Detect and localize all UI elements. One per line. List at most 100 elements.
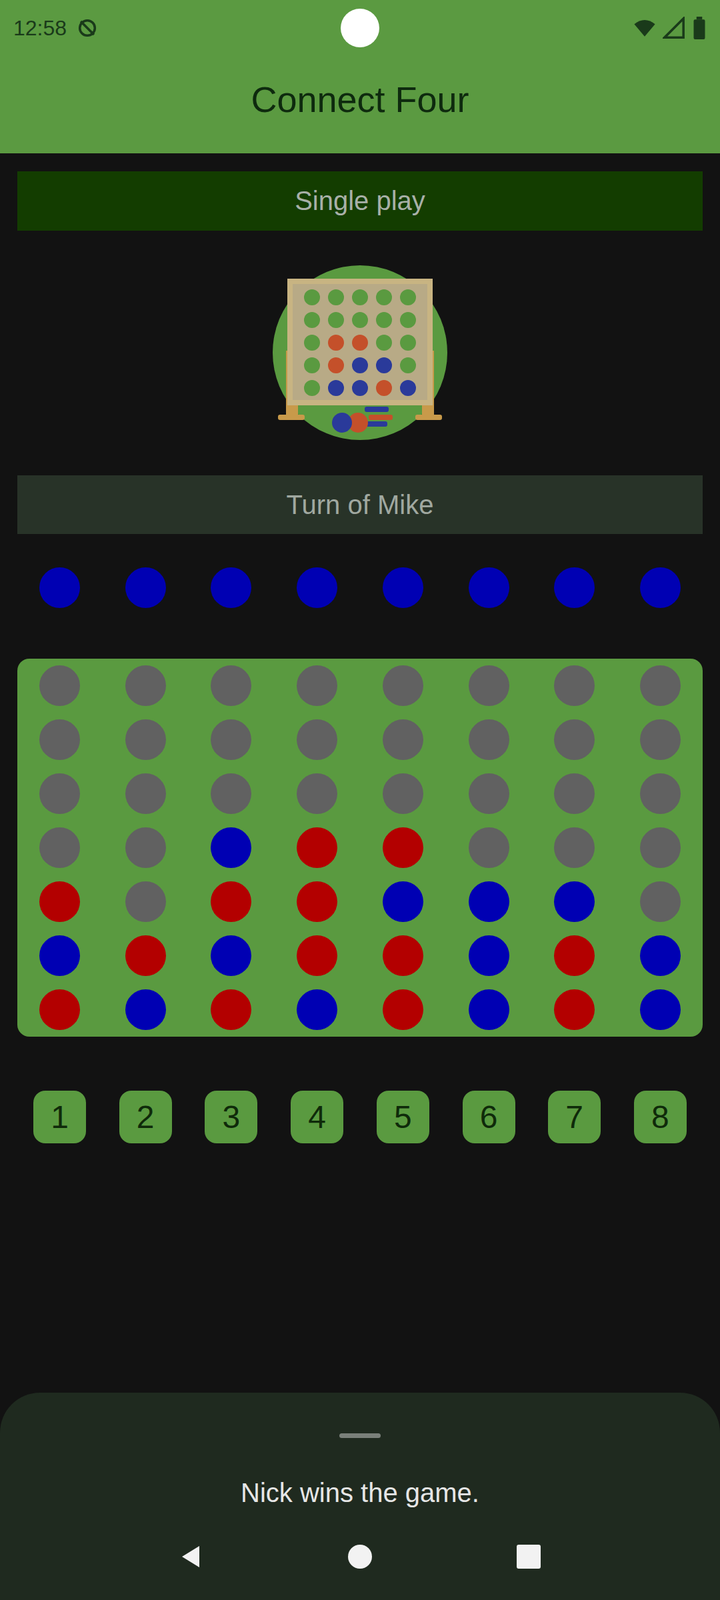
- board-cell: [296, 881, 338, 922]
- battery-icon: [692, 16, 707, 40]
- board-cell: [382, 827, 424, 868]
- board-cell: [210, 827, 252, 868]
- board-cell: [125, 989, 166, 1030]
- board-cell: [468, 881, 510, 922]
- status-right: [560, 16, 707, 40]
- drop-marker: [382, 567, 424, 608]
- camera-cutout: [340, 8, 380, 48]
- drop-marker-row: [17, 567, 703, 608]
- board-cell: [39, 935, 80, 976]
- board-row: [39, 935, 681, 976]
- board-cell: [640, 881, 681, 922]
- column-button[interactable]: 7: [548, 1090, 601, 1144]
- sheet-handle[interactable]: [339, 1433, 381, 1438]
- board-cell: [296, 719, 338, 760]
- board-cell: [296, 665, 338, 706]
- board-cell: [125, 719, 166, 760]
- board-cell: [468, 935, 510, 976]
- board-cell: [640, 719, 681, 760]
- board-cell: [554, 827, 595, 868]
- app-title: Connect Four: [0, 56, 720, 154]
- board-cell: [382, 989, 424, 1030]
- board-cell: [39, 827, 80, 868]
- board-cell: [39, 665, 80, 706]
- drop-marker: [210, 567, 252, 608]
- logo-area: [17, 230, 703, 476]
- board-cell: [640, 665, 681, 706]
- board-cell: [554, 719, 595, 760]
- board-cell: [125, 665, 166, 706]
- navigation-bar: [0, 1513, 720, 1600]
- column-button[interactable]: 2: [119, 1090, 172, 1144]
- board-cell: [382, 881, 424, 922]
- column-button[interactable]: 8: [634, 1090, 687, 1144]
- board-cell: [296, 935, 338, 976]
- board-cell: [210, 665, 252, 706]
- back-icon[interactable]: [178, 1543, 205, 1570]
- board-cell: [39, 719, 80, 760]
- board-cell: [210, 989, 252, 1030]
- board-cell: [468, 719, 510, 760]
- board-cell: [468, 773, 510, 814]
- column-button[interactable]: 6: [462, 1090, 516, 1144]
- column-button[interactable]: 3: [204, 1090, 258, 1144]
- turn-indicator: Turn of Mike: [17, 475, 703, 534]
- board-cell: [468, 827, 510, 868]
- connect-four-screen: 12:58 Connect Four Single play Turn of Mike…: [0, 0, 720, 1600]
- sync-off-icon: [76, 16, 99, 40]
- status-time: 12:58: [13, 16, 67, 41]
- board-row: [39, 665, 681, 706]
- drop-marker: [640, 567, 681, 608]
- home-icon[interactable]: [346, 1543, 374, 1570]
- board-row: [39, 881, 681, 922]
- board-cell: [554, 989, 595, 1030]
- drop-marker: [125, 567, 166, 608]
- connect-four-logo-icon: [272, 265, 448, 440]
- board-cell: [296, 773, 338, 814]
- board-cell: [125, 935, 166, 976]
- board-cell: [39, 773, 80, 814]
- column-buttons: 12345678: [17, 1090, 703, 1144]
- board-cell: [468, 989, 510, 1030]
- board-cell: [125, 881, 166, 922]
- board-cell: [640, 827, 681, 868]
- status-left: 12:58: [13, 16, 160, 41]
- board-cell: [39, 989, 80, 1030]
- board-cell: [210, 935, 252, 976]
- board-cell: [554, 773, 595, 814]
- drop-marker: [296, 567, 338, 608]
- drop-marker: [468, 567, 510, 608]
- board-row: [39, 719, 681, 760]
- board-row: [39, 827, 681, 868]
- game-content: Single play Turn of Mike 12345678: [0, 153, 720, 1144]
- result-message: Nick wins the game.: [240, 1478, 480, 1508]
- game-board: [17, 658, 703, 1037]
- result-bottom-sheet: Nick wins the game.: [0, 1392, 720, 1600]
- board-cell: [468, 665, 510, 706]
- column-button[interactable]: 5: [376, 1090, 430, 1144]
- board-cell: [125, 827, 166, 868]
- column-button[interactable]: 4: [290, 1090, 344, 1144]
- board-cell: [125, 773, 166, 814]
- status-bar: 12:58: [0, 0, 720, 56]
- board-cell: [382, 773, 424, 814]
- board-cell: [382, 719, 424, 760]
- board-cell: [640, 773, 681, 814]
- board-cell: [554, 935, 595, 976]
- board-cell: [210, 719, 252, 760]
- board-cell: [210, 773, 252, 814]
- column-button[interactable]: 1: [33, 1090, 86, 1144]
- wifi-icon: [633, 16, 656, 40]
- mode-bar[interactable]: Single play: [17, 171, 703, 231]
- recents-icon[interactable]: [515, 1543, 542, 1570]
- board-cell: [640, 935, 681, 976]
- drop-marker: [39, 567, 80, 608]
- signal-icon: [662, 16, 686, 40]
- board-cell: [382, 935, 424, 976]
- drop-marker: [554, 567, 595, 608]
- board-cell: [382, 665, 424, 706]
- board-cell: [296, 989, 338, 1030]
- board-cell: [296, 827, 338, 868]
- app-header: 12:58 Connect Four: [0, 0, 720, 154]
- board-row: [39, 989, 681, 1030]
